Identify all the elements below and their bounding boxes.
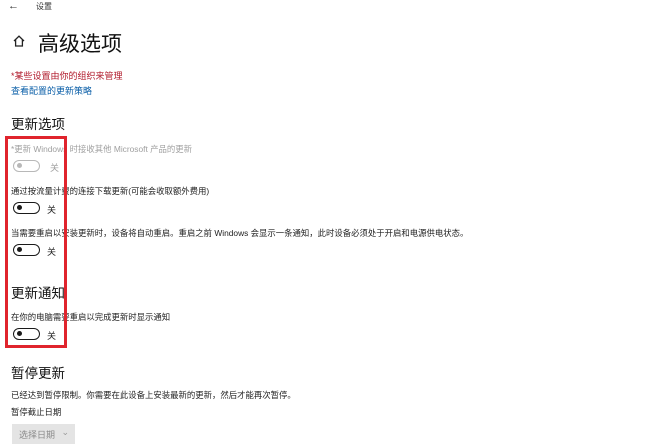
pause-limit-description: 已经达到暂停限制。你需要在此设备上安装最新的更新，然后才能再次暂停。 bbox=[11, 390, 296, 400]
chevron-down-icon: ⌄ bbox=[61, 427, 69, 437]
pause-updates-heading: 暂停更新 bbox=[11, 366, 65, 381]
view-policies-link[interactable]: 查看配置的更新策略 bbox=[11, 84, 92, 97]
window-title: 设置 bbox=[36, 2, 52, 11]
highlight-box bbox=[5, 136, 67, 348]
back-arrow-icon[interactable]: ← bbox=[8, 0, 19, 12]
auto-restart-label: 当需要重启以安装更新时，设备将自动重启。重启之前 Windows 会显示一条通知… bbox=[11, 228, 469, 238]
page-title: 高级选项 bbox=[38, 33, 122, 56]
update-options-heading: 更新选项 bbox=[11, 117, 65, 132]
managed-warning: *某些设置由你的组织来管理 bbox=[11, 71, 123, 81]
home-icon[interactable] bbox=[12, 34, 26, 48]
pause-until-label: 暂停截止日期 bbox=[11, 407, 62, 417]
pause-date-value: 选择日期 bbox=[19, 430, 56, 440]
pause-date-dropdown: 选择日期 ⌄ bbox=[12, 424, 75, 444]
